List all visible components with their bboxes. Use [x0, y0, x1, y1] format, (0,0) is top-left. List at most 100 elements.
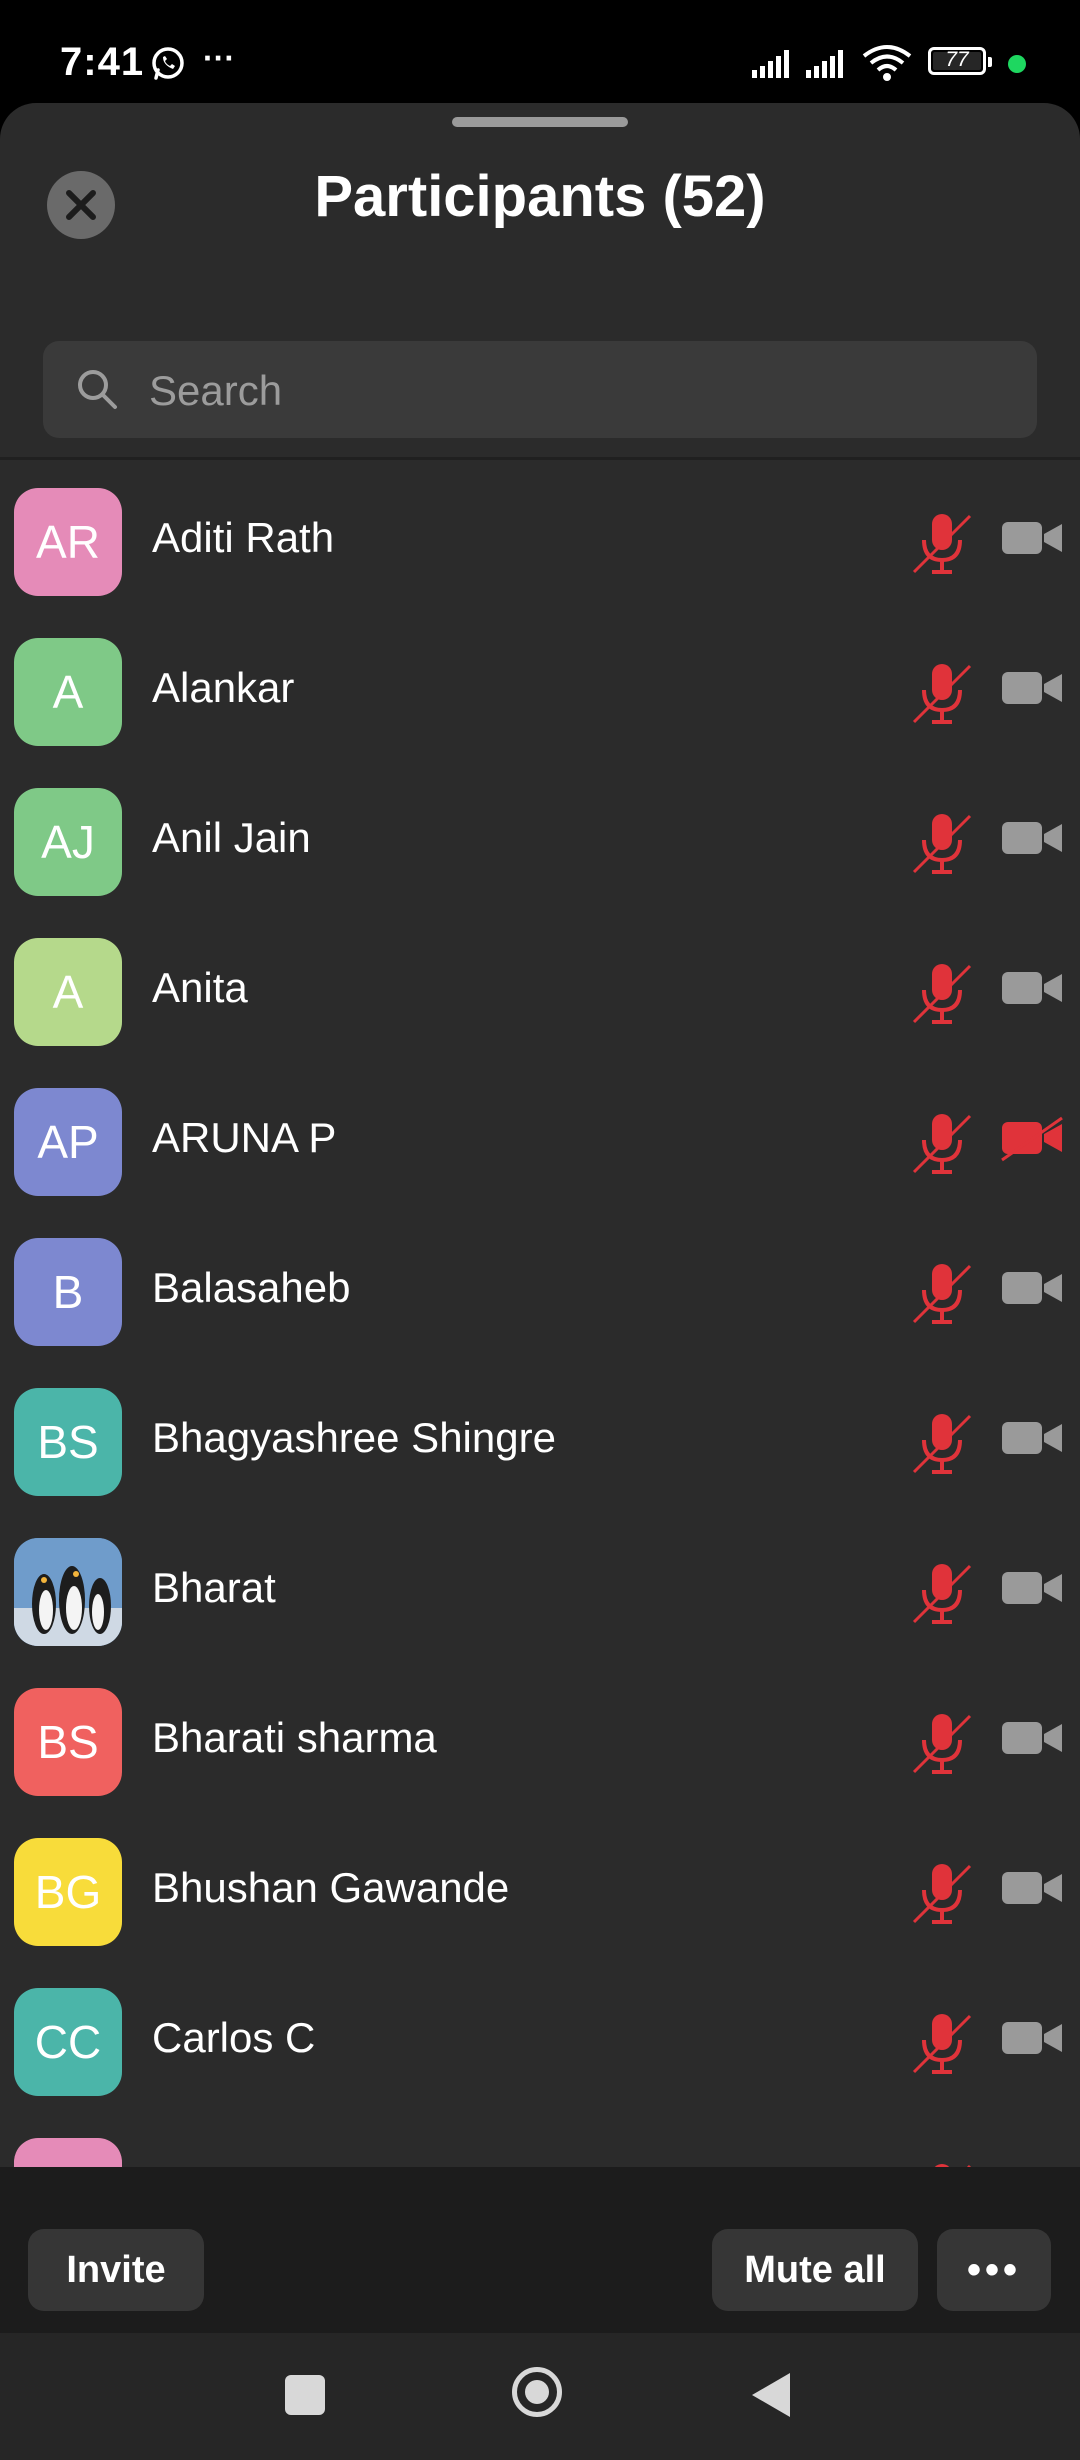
video-status-button[interactable]	[1000, 1716, 1064, 1767]
video-status-button[interactable]	[1000, 816, 1064, 867]
home-icon[interactable]	[512, 2367, 562, 2417]
battery-icon: 77	[928, 47, 992, 75]
invite-button[interactable]: Invite	[28, 2229, 204, 2311]
divider	[0, 457, 1080, 460]
video-camera-icon	[1002, 972, 1062, 1004]
mic-status-button[interactable]	[910, 1410, 974, 1485]
participant-name: Balasaheb	[152, 1264, 351, 1311]
participant-name: Aditi Rath	[152, 514, 335, 561]
video-status-button[interactable]	[1000, 1266, 1064, 1317]
participant-row[interactable]: AR Aditi Rath	[0, 470, 1080, 620]
mic-status-button[interactable]	[910, 1710, 974, 1785]
participant-row[interactable]: Bharat	[0, 1520, 1080, 1670]
participant-row[interactable]: B Balasaheb	[0, 1220, 1080, 1370]
video-status-button[interactable]	[1000, 1416, 1064, 1467]
participant-name: Bharat	[152, 1564, 276, 1611]
participant-row[interactable]: AP ARUNA P	[0, 1070, 1080, 1220]
status-time: 7:41	[60, 40, 145, 84]
participant-name: Anita	[152, 964, 248, 1011]
whatsapp-icon	[152, 47, 184, 80]
mic-status-button[interactable]	[910, 1260, 974, 1335]
page-title: Participants (52)	[314, 164, 766, 229]
mic-off-icon	[912, 1264, 972, 1324]
video-status-button[interactable]	[1000, 2016, 1064, 2067]
mic-status-button[interactable]	[910, 660, 974, 735]
participant-name: Anil Jain	[152, 814, 311, 861]
mic-status-button[interactable]	[910, 1560, 974, 1635]
action-bar: Invite Mute all •••	[0, 2167, 1080, 2333]
avatar: BS	[14, 1388, 122, 1496]
video-status-button[interactable]	[1000, 1866, 1064, 1917]
participant-row[interactable]: BG Bhushan Gawande	[0, 1820, 1080, 1970]
video-status-button[interactable]	[1000, 1116, 1064, 1167]
video-camera-icon	[1002, 2022, 1062, 2054]
participant-name: Carlos C	[152, 2014, 316, 2061]
participant-name: Alankar	[152, 664, 295, 711]
avatar: BS	[14, 1688, 122, 1796]
mic-off-icon	[912, 964, 972, 1024]
avatar: A	[14, 938, 122, 1046]
video-status-button[interactable]	[1000, 516, 1064, 567]
participant-row[interactable]: CC Carlos C	[0, 1970, 1080, 2120]
mic-off-icon	[912, 1114, 972, 1174]
mic-off-icon	[912, 514, 972, 574]
avatar: BG	[14, 1838, 122, 1946]
video-status-button[interactable]	[1000, 966, 1064, 1017]
mic-off-icon	[912, 1714, 972, 1774]
avatar: AJ	[14, 788, 122, 896]
participant-row[interactable]: BS Bharati sharma	[0, 1670, 1080, 1820]
participant-row[interactable]: BS Bhagyashree Shingre	[0, 1370, 1080, 1520]
video-status-button[interactable]	[1000, 666, 1064, 717]
avatar: B	[14, 1238, 122, 1346]
video-camera-icon	[1002, 1422, 1062, 1454]
mic-status-button[interactable]	[910, 510, 974, 585]
avatar	[14, 1538, 122, 1646]
mic-status-button[interactable]	[910, 960, 974, 1035]
video-camera-icon	[1002, 672, 1062, 704]
mic-status-button[interactable]	[910, 1860, 974, 1935]
mic-status-button[interactable]	[910, 810, 974, 885]
mic-off-icon	[912, 814, 972, 874]
participant-name: Bharati sharma	[152, 1714, 437, 1761]
mute-all-button[interactable]: Mute all	[712, 2229, 918, 2311]
video-camera-icon	[1002, 822, 1062, 854]
search-input[interactable]	[147, 341, 1011, 440]
video-camera-icon	[1002, 1272, 1062, 1304]
video-status-button[interactable]	[1000, 1566, 1064, 1617]
participant-row[interactable]: A Anita	[0, 920, 1080, 1070]
avatar: CC	[14, 1988, 122, 2096]
video-camera-icon	[1002, 522, 1062, 554]
mic-off-icon	[912, 664, 972, 724]
participant-name: Bhushan Gawande	[152, 1864, 510, 1911]
more-options-button[interactable]: •••	[937, 2229, 1051, 2311]
status-bar: 7:41 ··· 77	[0, 0, 1080, 105]
mic-off-icon	[912, 1564, 972, 1624]
mic-off-icon	[912, 1864, 972, 1924]
back-icon[interactable]	[752, 2373, 790, 2417]
participant-name: Bhagyashree Shingre	[152, 1414, 556, 1461]
mic-off-icon	[912, 2014, 972, 2074]
video-off-icon	[1001, 1116, 1063, 1162]
avatar: AR	[14, 488, 122, 596]
participant-row[interactable]: AJ Anil Jain	[0, 770, 1080, 920]
search-bar[interactable]	[43, 341, 1037, 440]
search-icon	[78, 370, 117, 409]
participant-name: ARUNA P	[152, 1114, 337, 1161]
video-camera-icon	[1002, 1722, 1062, 1754]
more-notifications-icon: ···	[203, 40, 235, 76]
mic-off-icon	[912, 1414, 972, 1474]
signal-icon	[752, 50, 789, 78]
video-camera-icon	[1002, 1872, 1062, 1904]
penguins-photo	[14, 1538, 122, 1646]
participant-row[interactable]: A Alankar	[0, 620, 1080, 770]
recent-apps-icon[interactable]	[285, 2375, 325, 2415]
mic-status-button[interactable]	[910, 2010, 974, 2085]
mic-status-button[interactable]	[910, 1110, 974, 1185]
signal-icon-2	[806, 50, 843, 78]
video-camera-icon	[1002, 1572, 1062, 1604]
drag-handle[interactable]	[452, 117, 628, 127]
system-nav-bar	[0, 2333, 1080, 2460]
participant-list[interactable]: AR Aditi Rath A Alankar AJ Anil Jain A Anita	[0, 470, 1080, 2270]
avatar: A	[14, 638, 122, 746]
battery-level: 77	[945, 48, 969, 71]
